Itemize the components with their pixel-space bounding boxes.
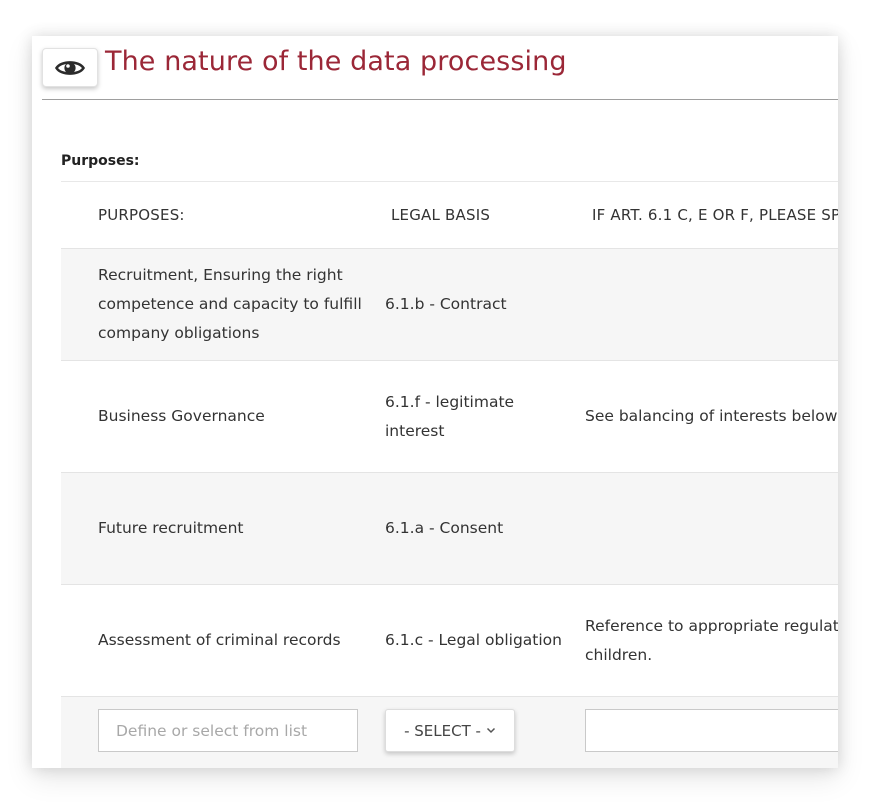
processing-card: The nature of the data processing Purpos…	[32, 36, 838, 768]
chevron-down-icon	[486, 727, 495, 734]
legal-basis-cell: 6.1.b - Contract	[385, 295, 507, 313]
table-header-row: PURPOSES: LEGAL BASIS IF ART. 6.1 C, E O…	[61, 182, 838, 248]
column-header-legal-basis: LEGAL BASIS	[391, 205, 491, 224]
section-label: Purposes:	[61, 153, 140, 169]
purpose-cell: Assessment of criminal records	[98, 631, 341, 649]
purpose-cell: Future recruitment	[98, 519, 244, 537]
purpose-cell: Business Governance	[98, 407, 265, 425]
specification-cell: Reference to appropriate regulat childre…	[585, 616, 838, 664]
legal-basis-cell: 6.1.f - legitimate interest	[385, 392, 515, 440]
card-header: The nature of the data processing	[32, 36, 838, 100]
table-row: Recruitment, Ensuring the right competen…	[61, 249, 838, 360]
page-title: The nature of the data processing	[105, 46, 567, 77]
specification-cell	[585, 473, 838, 584]
legal-basis-select-label: - SELECT -	[404, 721, 481, 740]
table-row: Business Governance 6.1.f - legitimate i…	[61, 361, 838, 472]
eye-icon	[55, 60, 85, 75]
table-row: Assessment of criminal records 6.1.c - L…	[61, 585, 838, 696]
legal-basis-cell: 6.1.a - Consent	[385, 519, 504, 537]
legal-basis-select[interactable]: - SELECT -	[385, 709, 515, 752]
header-divider	[42, 99, 838, 100]
purpose-input[interactable]	[98, 709, 358, 752]
column-header-purposes: PURPOSES:	[98, 205, 185, 224]
table-row: Future recruitment 6.1.a - Consent	[61, 473, 838, 584]
legal-basis-cell: 6.1.c - Legal obligation	[385, 631, 562, 649]
view-toggle-button[interactable]	[42, 48, 98, 87]
column-header-specification: IF ART. 6.1 C, E OR F, PLEASE SPE	[592, 205, 838, 224]
specification-cell	[585, 249, 838, 360]
specification-input[interactable]	[585, 709, 838, 752]
new-entry-row: - SELECT -	[61, 697, 838, 768]
specification-cell: See balancing of interests below	[585, 407, 838, 425]
purpose-cell: Recruitment, Ensuring the right competen…	[98, 266, 362, 342]
